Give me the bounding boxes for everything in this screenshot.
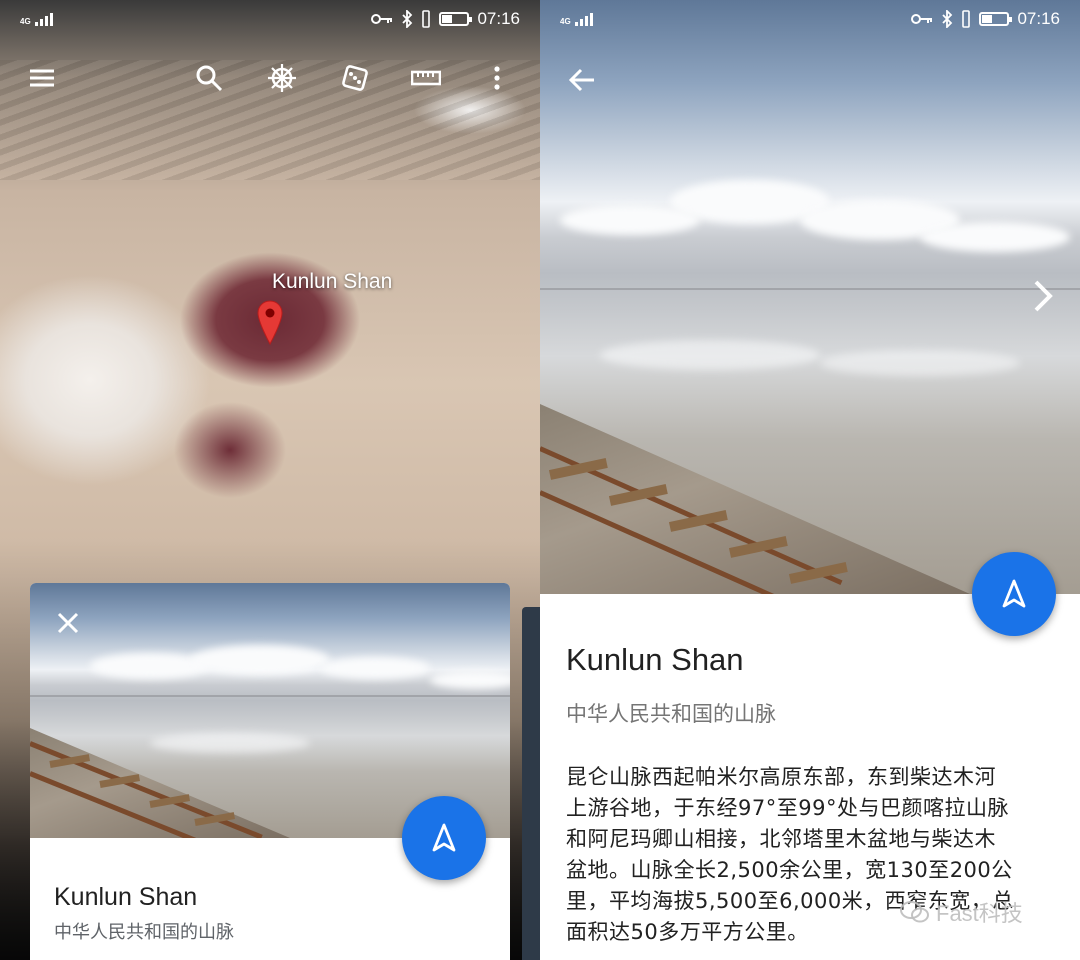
place-photo-large[interactable]	[540, 0, 1080, 594]
chevron-right-icon[interactable]	[1028, 276, 1058, 316]
clock: 07:16	[1017, 9, 1060, 28]
more-vert-icon	[494, 66, 500, 90]
fly-to-button[interactable]	[402, 796, 486, 880]
menu-icon	[30, 69, 54, 87]
description-line: 和阿尼玛卿山相接，北邻塔里木盆地与柴达木	[566, 827, 996, 851]
earth-map-screen: 4G 07:16 Kunlun Shan Kunlun Shan 中华人民共和国…	[0, 0, 540, 960]
bluetooth-icon	[942, 10, 953, 28]
vibrate-icon	[422, 10, 431, 28]
wechat-icon	[900, 901, 929, 923]
place-card[interactable]: Kunlun Shan 中华人民共和国的山脉	[30, 583, 510, 960]
navigation-arrow-icon	[432, 823, 456, 852]
signal-icon	[574, 12, 593, 26]
search-button[interactable]	[184, 52, 234, 104]
back-arrow-icon[interactable]	[562, 60, 602, 100]
vibrate-icon	[962, 10, 971, 28]
detail-subtitle: 中华人民共和国的山脉	[566, 702, 776, 726]
place-detail-screen: 4G 07:16 Kunlun Shan 中华人民共和国的山脉 昆仑山脉西起帕米…	[540, 0, 1080, 960]
network-type: 4G	[560, 17, 571, 26]
ruler-icon	[411, 70, 441, 86]
vpn-key-icon	[371, 14, 393, 24]
clock: 07:16	[477, 9, 520, 28]
map-place-label[interactable]: Kunlun Shan	[272, 270, 392, 294]
description-line: 盆地。山脉全长2,500余公里，宽130至200公	[566, 858, 1013, 882]
description-line: 上游谷地，于东经97°至99°处与巴颜喀拉山脉	[566, 796, 1009, 820]
measure-button[interactable]	[401, 52, 451, 104]
feeling-lucky-button[interactable]	[330, 52, 380, 104]
location-pin-icon[interactable]	[256, 300, 284, 346]
dice-icon	[342, 65, 368, 91]
fly-to-button[interactable]	[972, 552, 1056, 636]
search-icon	[196, 65, 223, 92]
signal-icon	[34, 12, 53, 26]
status-bar: 4G 07:16	[540, 0, 1080, 38]
description-line: 昆仑山脉西起帕米尔高原东部，东到柴达木河	[566, 765, 996, 789]
menu-button[interactable]	[17, 52, 67, 104]
voyager-button[interactable]	[257, 52, 307, 104]
navigation-arrow-icon	[1002, 579, 1026, 608]
ship-wheel-icon	[268, 64, 296, 92]
battery-icon	[439, 12, 473, 26]
map-toolbar	[0, 52, 540, 108]
card-title: Kunlun Shan	[54, 883, 198, 911]
more-options-button[interactable]	[472, 52, 522, 104]
vpn-key-icon	[911, 14, 933, 24]
bluetooth-icon	[402, 10, 413, 28]
watermark: Fast科技	[900, 896, 1023, 928]
card-subtitle: 中华人民共和国的山脉	[54, 922, 234, 943]
watermark-text: Fast科技	[936, 901, 1023, 926]
close-icon[interactable]	[52, 607, 84, 639]
status-bar: 4G 07:16	[0, 0, 540, 38]
next-card-peek[interactable]	[522, 607, 540, 960]
battery-icon	[979, 12, 1013, 26]
detail-title: Kunlun Shan	[566, 642, 744, 677]
network-type: 4G	[20, 17, 31, 26]
